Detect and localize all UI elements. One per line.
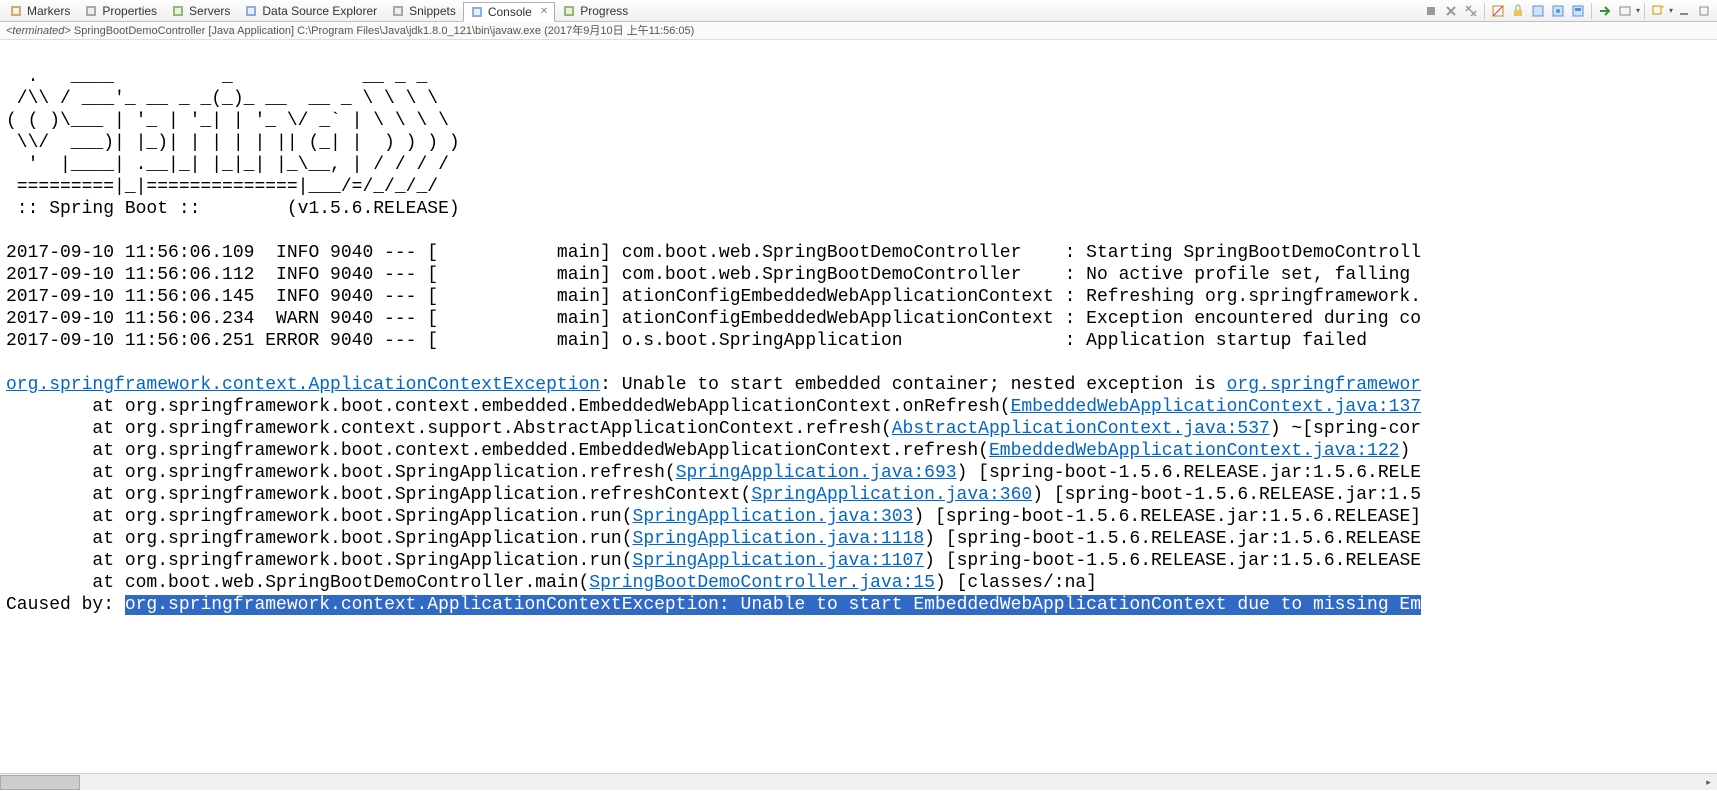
stack-link[interactable]: SpringApplication.java:1107 <box>633 551 925 571</box>
markers-icon <box>9 4 23 18</box>
tab-label: Markers <box>27 4 70 18</box>
close-icon[interactable]: ✕ <box>540 6 548 17</box>
tab-servers[interactable]: Servers <box>164 1 237 21</box>
separator <box>1591 3 1592 19</box>
tab-console[interactable]: Console ✕ <box>463 2 555 22</box>
tab-label: Progress <box>580 4 628 18</box>
stack-link[interactable]: EmbeddedWebApplicationContext.java:137 <box>1011 397 1421 417</box>
stack-link[interactable]: SpringApplication.java:1118 <box>633 529 925 549</box>
stack-link[interactable]: SpringApplication.java:360 <box>751 485 1032 505</box>
tab-label: Properties <box>102 4 157 18</box>
tab-label: Console <box>488 5 532 19</box>
selected-text[interactable]: org.springframework.context.ApplicationC… <box>125 595 1421 615</box>
horizontal-scrollbar[interactable]: ▸ <box>0 773 1717 790</box>
launch-time: (2017年9月10日 上午11:56:05) <box>544 25 694 37</box>
console-icon <box>470 5 484 19</box>
scroll-thumb[interactable] <box>0 775 80 790</box>
exception-link[interactable]: org.springframework.context.ApplicationC… <box>6 375 600 395</box>
clear-console-icon[interactable] <box>1489 2 1507 20</box>
tab-markers[interactable]: Markers <box>2 1 77 21</box>
stack-link[interactable]: EmbeddedWebApplicationContext.java:122 <box>989 441 1399 461</box>
word-wrap-icon[interactable] <box>1529 2 1547 20</box>
new-console-icon[interactable] <box>1649 2 1667 20</box>
tab-properties[interactable]: Properties <box>77 1 164 21</box>
open-console-icon[interactable] <box>1596 2 1614 20</box>
minimize-icon[interactable] <box>1675 2 1693 20</box>
stack-link[interactable]: SpringBootDemoController.java:15 <box>589 573 935 593</box>
scroll-right-arrow[interactable]: ▸ <box>1700 774 1717 791</box>
display-selected-icon[interactable] <box>1569 2 1587 20</box>
console-toolbar: ▾ ▾ <box>1422 2 1717 20</box>
java-path: C:\Program Files\Java\jdk1.8.0_121\bin\j… <box>297 25 541 37</box>
tab-label: Servers <box>189 4 230 18</box>
terminated-label: <terminated> <box>6 25 71 37</box>
view-tab-bar: Markers Properties Servers Data Source Expl… <box>0 0 1717 22</box>
separator <box>1644 3 1645 19</box>
app-name: SpringBootDemoController [Java Applicati… <box>74 25 294 37</box>
stack-link[interactable]: SpringApplication.java:303 <box>633 507 914 527</box>
tab-label: Snippets <box>409 4 456 18</box>
datasource-icon <box>244 4 258 18</box>
tab-snippets[interactable]: Snippets <box>384 1 463 21</box>
tab-progress[interactable]: Progress <box>555 1 635 21</box>
dropdown-icon[interactable]: ▾ <box>1636 6 1640 15</box>
scroll-lock-icon[interactable] <box>1509 2 1527 20</box>
tab-label: Data Source Explorer <box>262 4 377 18</box>
maximize-icon[interactable] <box>1695 2 1713 20</box>
console-output[interactable]: . ____ _ __ _ _ /\\ / ___'_ __ _ _(_)_ _… <box>0 40 1717 773</box>
launch-status-line: <terminated> SpringBootDemoController [J… <box>0 22 1717 40</box>
progress-icon <box>562 4 576 18</box>
exception-link[interactable]: org.springframewor <box>1227 375 1421 395</box>
properties-icon <box>84 4 98 18</box>
dropdown-icon[interactable]: ▾ <box>1669 6 1673 15</box>
servers-icon <box>171 4 185 18</box>
console-menu-icon[interactable] <box>1616 2 1634 20</box>
snippets-icon <box>391 4 405 18</box>
tab-data-source-explorer[interactable]: Data Source Explorer <box>237 1 384 21</box>
stack-link[interactable]: AbstractApplicationContext.java:537 <box>892 419 1270 439</box>
terminate-icon[interactable] <box>1422 2 1440 20</box>
separator <box>1484 3 1485 19</box>
remove-all-icon[interactable] <box>1462 2 1480 20</box>
pin-console-icon[interactable] <box>1549 2 1567 20</box>
stack-link[interactable]: SpringApplication.java:693 <box>676 463 957 483</box>
remove-launch-icon[interactable] <box>1442 2 1460 20</box>
